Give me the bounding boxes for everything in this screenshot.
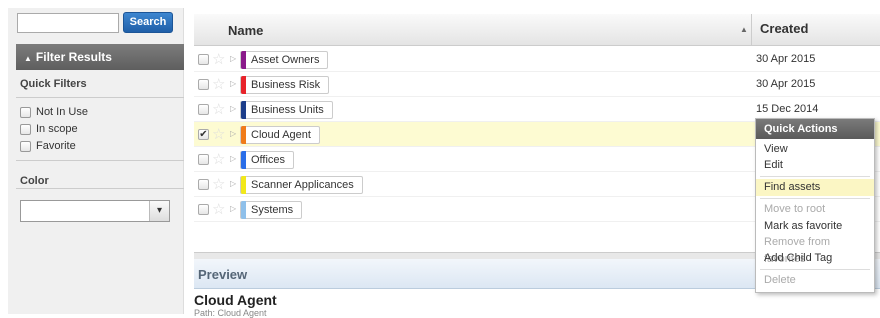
filter-in-scope[interactable]: In scope bbox=[20, 123, 78, 135]
not-in-use-label: Not In Use bbox=[36, 106, 88, 118]
row-checkbox[interactable]: ✔ bbox=[198, 129, 209, 140]
expand-triangle-icon[interactable]: ▷ bbox=[230, 54, 236, 63]
tag-name: Cloud Agent bbox=[251, 129, 311, 141]
column-header-created[interactable]: Created bbox=[751, 14, 880, 46]
row-checkbox[interactable] bbox=[198, 179, 209, 190]
expand-triangle-icon[interactable]: ▷ bbox=[230, 179, 236, 188]
filter-not-in-use[interactable]: Not In Use bbox=[20, 106, 88, 118]
preview-tag-name: Cloud Agent bbox=[194, 292, 277, 308]
preview-tag-path: Path: Cloud Agent bbox=[194, 308, 267, 318]
not-in-use-checkbox[interactable] bbox=[20, 106, 31, 118]
expand-triangle-icon[interactable]: ▷ bbox=[230, 79, 236, 88]
quick-actions-menu: Quick Actions View Edit Find assets Move… bbox=[755, 118, 875, 293]
tag-label[interactable]: Business Units bbox=[240, 101, 333, 119]
tag-color-swatch bbox=[241, 176, 246, 194]
menu-item-delete[interactable]: Delete bbox=[756, 272, 874, 289]
chevron-down-icon[interactable]: ▾ bbox=[149, 201, 169, 221]
collapse-triangle-icon: ▲ bbox=[24, 54, 32, 63]
menu-item-move-to-root[interactable]: Move to root bbox=[756, 201, 874, 218]
row-checkbox[interactable] bbox=[198, 54, 209, 65]
tag-label[interactable]: Cloud Agent bbox=[240, 126, 320, 144]
quick-actions-title: Quick Actions bbox=[756, 119, 874, 139]
row-checkbox[interactable] bbox=[198, 79, 209, 90]
star-icon[interactable]: ☆ bbox=[212, 50, 225, 68]
star-icon[interactable]: ☆ bbox=[212, 125, 225, 143]
row-checkbox[interactable] bbox=[198, 104, 209, 115]
tag-label[interactable]: Offices bbox=[240, 151, 295, 169]
tag-name: Asset Owners bbox=[251, 54, 320, 66]
column-header-name[interactable]: Name bbox=[228, 23, 263, 38]
quick-filters-label: Quick Filters bbox=[20, 78, 87, 90]
table-row[interactable]: ☆ ▷ Business Risk 30 Apr 2015 bbox=[194, 72, 880, 97]
tag-color-swatch bbox=[241, 76, 246, 94]
star-icon[interactable]: ☆ bbox=[212, 200, 225, 218]
preview-title: Preview bbox=[198, 267, 248, 282]
row-checkbox[interactable] bbox=[198, 154, 209, 165]
menu-item-remove-from-favorites[interactable]: Remove from favorites bbox=[756, 234, 874, 265]
tag-name: Systems bbox=[251, 204, 294, 216]
tag-name: Scanner Applicances bbox=[251, 179, 354, 191]
expand-triangle-icon[interactable]: ▷ bbox=[230, 204, 236, 213]
sort-ascending-icon[interactable]: ▲ bbox=[740, 25, 748, 34]
filter-favorite[interactable]: Favorite bbox=[20, 140, 76, 152]
tag-color-swatch bbox=[241, 151, 246, 169]
menu-item-add-child-tag[interactable]: Add Child Tag bbox=[756, 250, 874, 267]
star-icon[interactable]: ☆ bbox=[212, 100, 225, 118]
tag-color-swatch bbox=[241, 201, 246, 219]
tag-color-swatch bbox=[241, 51, 246, 69]
tag-name: Business Risk bbox=[251, 79, 321, 91]
favorite-label: Favorite bbox=[36, 140, 76, 152]
favorite-checkbox[interactable] bbox=[20, 140, 31, 152]
expand-triangle-icon[interactable]: ▷ bbox=[230, 129, 236, 138]
grid-header: Name ▲ Created bbox=[194, 14, 880, 46]
tag-label[interactable]: Scanner Applicances bbox=[240, 176, 363, 194]
in-scope-checkbox[interactable] bbox=[20, 123, 31, 135]
expand-triangle-icon[interactable]: ▷ bbox=[230, 104, 236, 113]
menu-item-view[interactable]: View bbox=[756, 141, 874, 158]
tag-color-swatch bbox=[241, 126, 246, 144]
menu-divider bbox=[760, 176, 870, 177]
search-input[interactable] bbox=[17, 13, 119, 33]
divider bbox=[16, 160, 184, 161]
filter-panel: Search ▲ Filter Results Quick Filters Not… bbox=[8, 8, 184, 314]
table-row[interactable]: ☆ ▷ Asset Owners 30 Apr 2015 bbox=[194, 47, 880, 72]
menu-divider bbox=[760, 269, 870, 270]
tag-name: Offices bbox=[251, 154, 286, 166]
divider bbox=[16, 97, 184, 98]
menu-item-mark-as-favorite[interactable]: Mark as favorite bbox=[756, 218, 874, 235]
tag-label[interactable]: Systems bbox=[240, 201, 303, 219]
created-date: 30 Apr 2015 bbox=[756, 78, 816, 90]
tag-label[interactable]: Asset Owners bbox=[240, 51, 329, 69]
tag-color-swatch bbox=[241, 101, 246, 119]
star-icon[interactable]: ☆ bbox=[212, 75, 225, 93]
filter-results-title: Filter Results bbox=[35, 50, 112, 64]
color-label: Color bbox=[20, 175, 49, 187]
in-scope-label: In scope bbox=[36, 123, 78, 135]
row-checkbox[interactable] bbox=[198, 204, 209, 215]
menu-divider bbox=[760, 198, 870, 199]
menu-item-find-assets[interactable]: Find assets bbox=[756, 179, 874, 196]
tag-name: Business Units bbox=[251, 104, 324, 116]
divider bbox=[16, 188, 184, 189]
menu-item-edit[interactable]: Edit bbox=[756, 157, 874, 174]
star-icon[interactable]: ☆ bbox=[212, 175, 225, 193]
star-icon[interactable]: ☆ bbox=[212, 150, 225, 168]
created-date: 30 Apr 2015 bbox=[756, 53, 816, 65]
tag-label[interactable]: Business Risk bbox=[240, 76, 330, 94]
search-button[interactable]: Search bbox=[123, 12, 173, 33]
filter-results-header[interactable]: ▲ Filter Results bbox=[16, 44, 184, 70]
created-date: 15 Dec 2014 bbox=[756, 103, 819, 115]
expand-triangle-icon[interactable]: ▷ bbox=[230, 154, 236, 163]
color-select[interactable]: ▾ bbox=[20, 200, 170, 222]
